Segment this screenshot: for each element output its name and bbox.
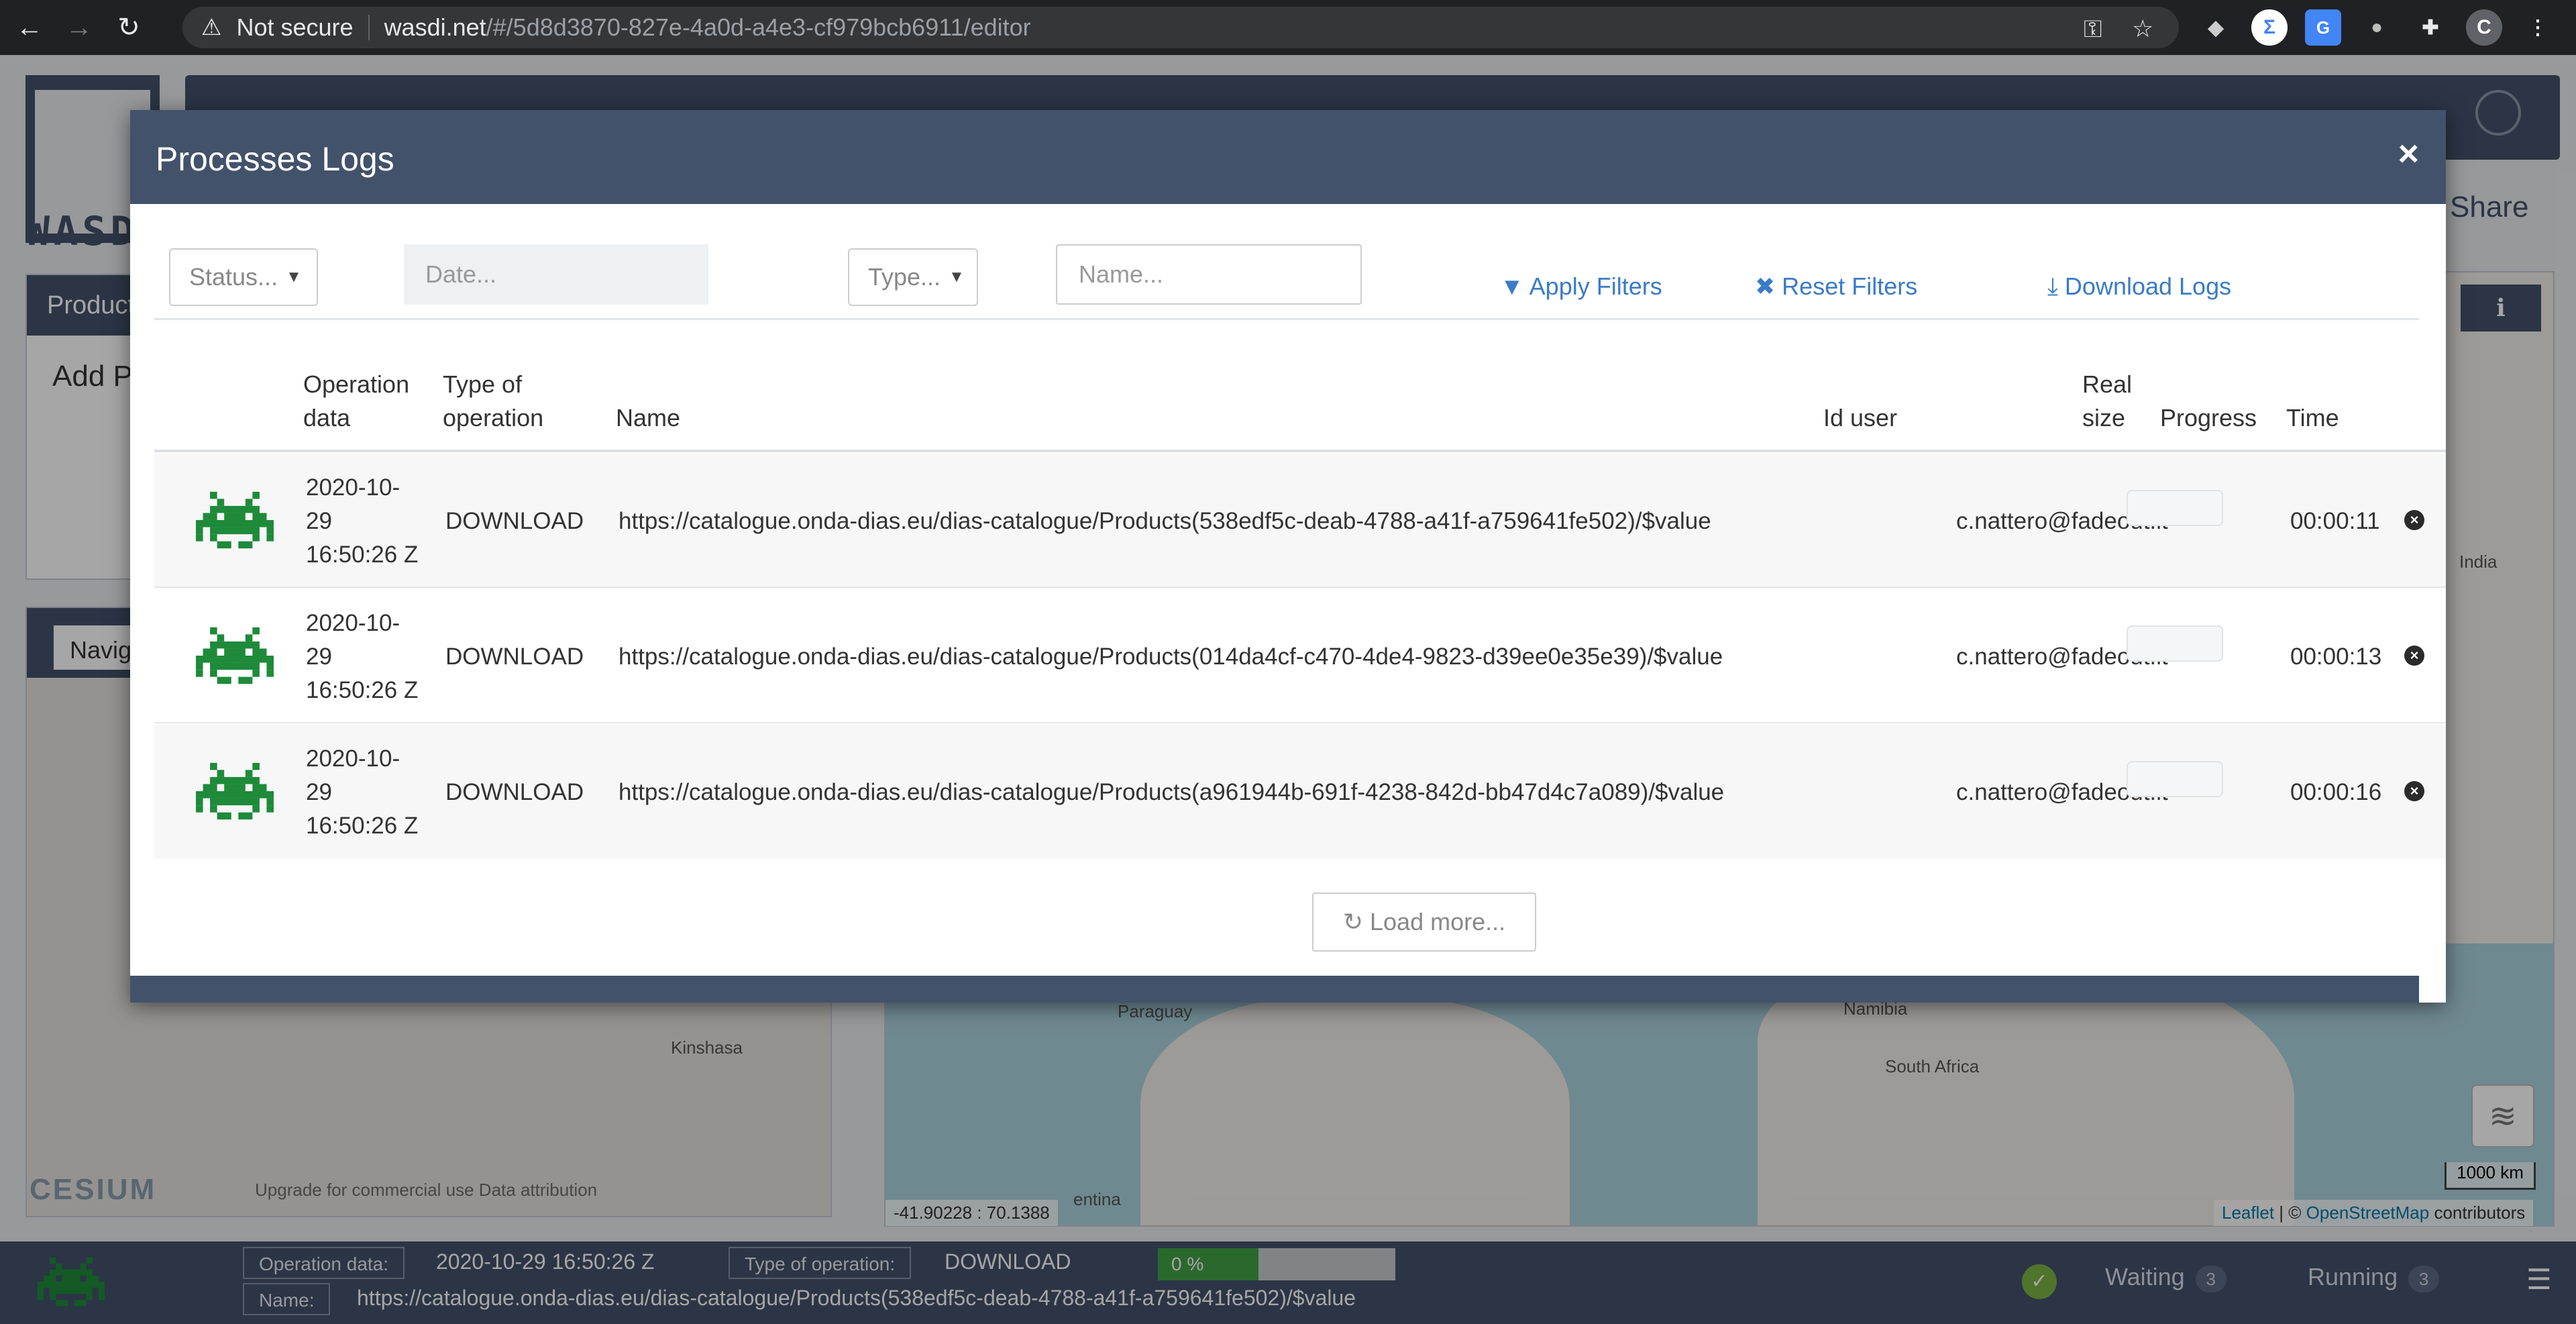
col-type-of-operation[interactable]: Type of operation [443,368,543,435]
row-name: https://catalogue.onda-dias.eu/dias-cata… [619,508,1711,534]
load-more-button[interactable]: ↻ Load more... [1312,893,1536,952]
key-icon[interactable]: ⚿ [2084,15,2102,44]
close-icon[interactable]: × [2398,133,2419,174]
row-date-line2: 29 [306,779,332,805]
row-type: DOWNLOAD [445,508,584,534]
back-arrow-icon[interactable]: ← [9,7,50,48]
star-icon[interactable]: ☆ [2132,15,2153,43]
reload-icon[interactable]: ↻ [109,7,149,48]
col-operation-data[interactable]: Operation data [303,368,409,435]
row-type: DOWNLOAD [445,779,584,805]
process-alien-icon [196,491,274,549]
translate-extension-icon[interactable]: G [2305,9,2341,46]
forward-arrow-icon[interactable]: → [59,7,99,48]
shield-extension-icon[interactable]: ◆ [2198,9,2234,46]
apply-filters-button[interactable]: ▼ Apply Filters [1500,272,1662,301]
col-real-size[interactable]: Real size [2082,368,2132,435]
table-row: 2020-10- 29 16:50:26 Z DOWNLOAD https://ca… [154,454,2446,588]
sigma-extension-icon[interactable]: Σ [2251,9,2288,46]
process-alien-icon [196,762,274,820]
modal-footer-bar [130,976,2419,1003]
row-date-line3: 16:50:26 Z [306,542,419,568]
caret-down-icon: ▼ [286,268,302,286]
row-date-line1: 2020-10- [306,610,400,636]
processes-logs-modal: Processes Logs × Status... ▼ Date... Typ… [130,110,2446,1003]
col-type-line2: operation [443,404,544,431]
row-date-line2: 29 [306,644,332,670]
table-row: 2020-10- 29 16:50:26 Z DOWNLOAD https://ca… [154,589,2446,723]
warning-icon: ⚠ [201,15,222,40]
row-divider [154,587,2446,588]
caret-down-icon: ▼ [949,268,965,286]
row-time: 00:00:16 [2290,779,2382,805]
name-filter-input[interactable]: Name... [1056,244,1362,305]
row-name: https://catalogue.onda-dias.eu/dias-cata… [619,779,1725,805]
date-filter-input[interactable]: Date... [404,244,708,305]
address-bar[interactable]: ⚠ Not secure wasdi.net /#/5d8d3870-827e-… [182,7,2179,48]
row-progress-bar [2127,490,2223,526]
row-time: 00:00:13 [2290,644,2382,670]
table-row: 2020-10- 29 16:50:26 Z DOWNLOAD https://ca… [154,725,2446,859]
row-date: 2020-10- 29 16:50:26 Z [306,471,418,572]
modal-title: Processes Logs [156,140,394,178]
row-progress-bar [2127,761,2223,797]
row-date-line3: 16:50:26 Z [306,677,419,703]
reset-filters-button[interactable]: ✖ Reset Filters [1755,272,1917,301]
refresh-icon: ↻ [1342,908,1371,935]
col-type-line1: Type of [443,370,523,398]
row-date-line1: 2020-10- [306,746,400,772]
col-operation-data-line1: Operation [303,370,410,398]
profile-avatar[interactable]: C [2466,9,2502,46]
browser-toolbar: ← → ↻ ⚠ Not secure wasdi.net /#/5d8d3870… [0,0,2576,55]
apply-filters-label: Apply Filters [1529,272,1662,300]
times-icon: ✖ [1755,272,1782,300]
row-date: 2020-10- 29 16:50:26 Z [306,607,418,707]
col-operation-data-line2: data [303,404,351,431]
row-date-line3: 16:50:26 Z [306,813,419,839]
col-real-size-line2: size [2082,404,2126,431]
modal-header: Processes Logs × [130,110,2446,204]
filter-icon: ▼ [1500,272,1529,300]
url-path: /#/5d8d3870-827e-4a0d-a4e3-cf979bcb6911/… [486,13,1031,41]
remove-circle-icon[interactable]: × [2404,781,2424,801]
remove-circle-icon[interactable]: × [2404,510,2424,530]
type-filter-dropdown[interactable]: Type... ▼ [848,248,978,306]
not-secure-label: Not secure [236,13,354,41]
type-filter-label: Type... [868,263,941,291]
download-logs-label: Download Logs [2064,272,2232,300]
load-more-label: Load more... [1370,908,1506,935]
puzzle-extension-icon[interactable]: ✚ [2412,9,2449,46]
row-date-line1: 2020-10- [306,474,400,501]
table-header-divider [154,450,2446,452]
omnibox-separator [368,15,370,40]
download-icon: ⤓ [2047,272,2065,300]
status-filter-label: Status... [189,263,278,291]
col-progress[interactable]: Progress [2160,401,2257,435]
reset-filters-label: Reset Filters [1782,272,1918,300]
url-host: wasdi.net [384,13,486,41]
row-time: 00:00:11 [2290,508,2380,534]
remove-circle-icon[interactable]: × [2404,646,2424,666]
more-menu-icon[interactable]: ⋮ [2520,9,2556,46]
turtle-extension-icon[interactable]: ● [2359,9,2395,46]
row-progress-bar [2127,625,2223,662]
row-name: https://catalogue.onda-dias.eu/dias-cata… [619,644,1723,670]
col-real-size-line1: Real [2082,370,2133,398]
row-type: DOWNLOAD [445,644,584,670]
download-logs-button[interactable]: ⤓ Download Logs [2047,272,2231,301]
col-name[interactable]: Name [616,401,680,435]
filter-divider [154,318,2419,320]
row-date: 2020-10- 29 16:50:26 Z [306,742,418,843]
row-divider [154,722,2446,723]
col-id-user[interactable]: Id user [1823,401,1897,435]
row-date-line2: 29 [306,508,332,534]
process-alien-icon [196,627,274,684]
status-filter-dropdown[interactable]: Status... ▼ [169,248,318,306]
col-time[interactable]: Time [2286,401,2339,435]
